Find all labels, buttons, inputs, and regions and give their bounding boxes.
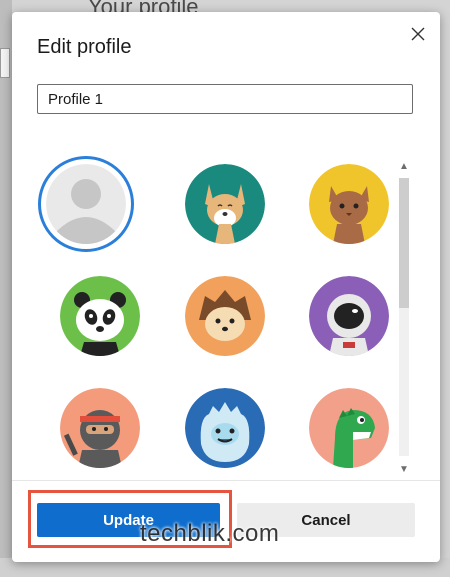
dinosaur-icon xyxy=(309,388,389,468)
avatar-default-silhouette[interactable] xyxy=(46,164,126,244)
avatar-scrollbar[interactable]: ▲ ▼ xyxy=(396,156,412,478)
watermark: techblik.com xyxy=(140,520,280,547)
avatar-grid xyxy=(24,148,396,478)
avatar-yeti[interactable] xyxy=(185,388,265,468)
edit-profile-dialog: Edit profile Profile 1 ▲ ▼ Update Cancel xyxy=(12,12,440,562)
astronaut-icon xyxy=(309,276,389,356)
silhouette-icon xyxy=(46,164,126,244)
hedgehog-icon xyxy=(185,276,265,356)
avatar-ninja[interactable] xyxy=(60,388,140,468)
avatar-panda[interactable] xyxy=(60,276,140,356)
scroll-thumb[interactable] xyxy=(399,178,409,308)
background-control xyxy=(0,48,10,78)
background-sidebar xyxy=(0,0,12,577)
yeti-icon xyxy=(185,388,265,468)
avatar-cat[interactable] xyxy=(309,164,389,244)
fox-icon xyxy=(185,164,265,244)
avatar-astronaut[interactable] xyxy=(309,276,389,356)
scroll-down-arrow-icon[interactable]: ▼ xyxy=(396,460,412,478)
profile-name-input[interactable] xyxy=(37,84,413,114)
scroll-up-arrow-icon[interactable]: ▲ xyxy=(396,156,412,176)
cat-icon xyxy=(309,164,389,244)
footer-divider xyxy=(12,480,440,481)
avatar-fox[interactable] xyxy=(185,164,265,244)
close-button[interactable] xyxy=(406,22,430,46)
avatar-hedgehog[interactable] xyxy=(185,276,265,356)
avatar-dinosaur[interactable] xyxy=(309,388,389,468)
ninja-icon xyxy=(60,388,140,468)
panda-icon xyxy=(60,276,140,356)
dialog-title: Edit profile xyxy=(37,36,132,58)
close-icon xyxy=(411,27,425,41)
